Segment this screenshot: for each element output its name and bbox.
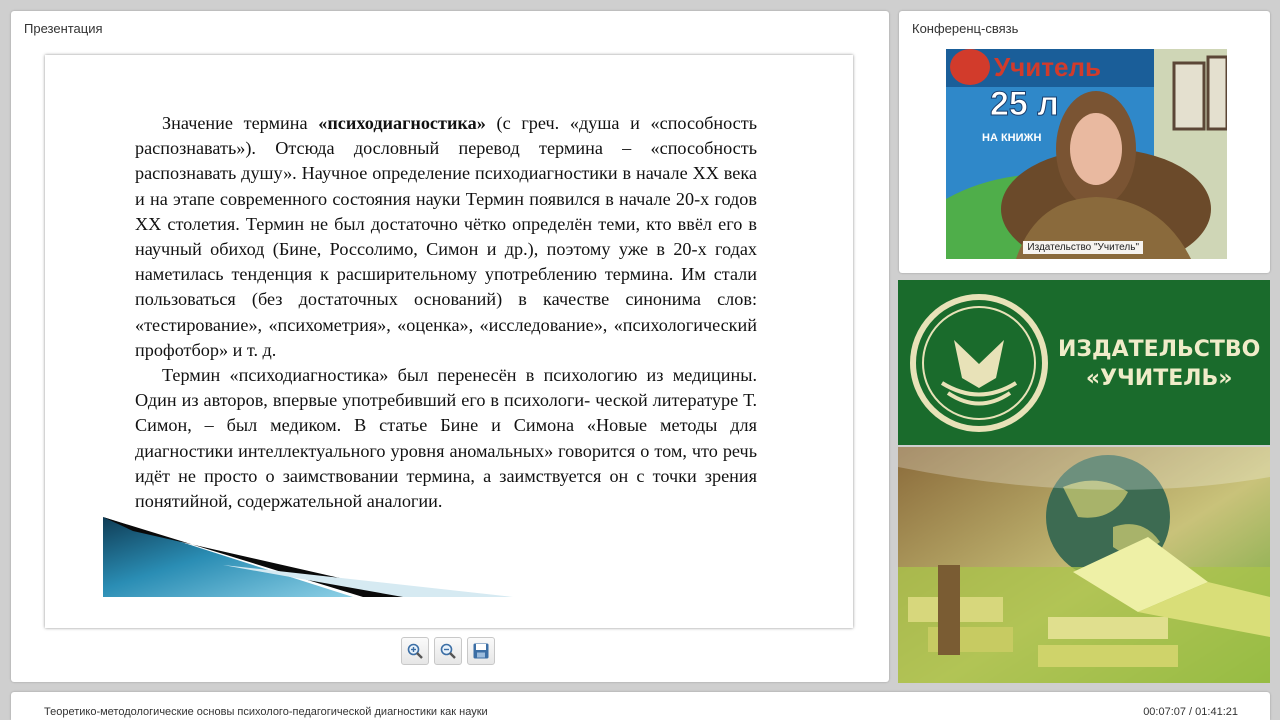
video-caption: Издательство "Учитель"	[1023, 241, 1143, 254]
svg-text:25 л: 25 л	[990, 85, 1059, 123]
status-bar: Теоретико-методологические основы психол…	[11, 692, 1270, 720]
slide-toolbar	[401, 637, 495, 665]
zoom-out-button[interactable]	[434, 637, 462, 665]
publisher-name-line-2: «УЧИТЕЛЬ»	[1085, 366, 1233, 391]
svg-text:Учитель: Учитель	[994, 52, 1101, 82]
save-icon	[473, 643, 489, 659]
conference-panel: Конференц-связь Учитель 25 л НА КНИЖН Из…	[899, 11, 1270, 273]
slide-term-bold: «психодиагностика»	[318, 113, 486, 133]
slide-decoration-shape	[103, 517, 513, 597]
webcam-video: Учитель 25 л НА КНИЖН Издательство "Учит…	[946, 49, 1227, 259]
publisher-banner: ИЗДАТЕЛЬСТВО «УЧИТЕЛЬ»	[898, 280, 1270, 445]
slide-paragraph-1: Значение термина «психодиагностика» (с г…	[135, 111, 757, 363]
slide-viewer: Значение термина «психодиагностика» (с г…	[45, 55, 853, 628]
zoom-in-icon	[407, 643, 423, 659]
svg-text:НА КНИЖН: НА КНИЖН	[982, 132, 1041, 144]
zoom-in-button[interactable]	[401, 637, 429, 665]
save-button[interactable]	[467, 637, 495, 665]
publisher-logo-icon	[910, 294, 1048, 432]
slide-text: Значение термина «психодиагностика» (с г…	[135, 111, 757, 514]
conference-panel-title: Конференц-связь	[912, 21, 1019, 36]
presentation-panel: Презентация Значение термина «психодиагн…	[11, 11, 889, 682]
playback-time: 00:07:07 / 01:41:21	[1143, 706, 1238, 718]
books-globe-illustration	[898, 447, 1270, 683]
slide-paragraph-2: Термин «психодиагностика» был перенесён …	[135, 365, 757, 512]
slide-paragraph-1-rest: (с греч. «душа и «способность распознава…	[135, 113, 757, 360]
publisher-name: ИЗДАТЕЛЬСТВО «УЧИТЕЛЬ»	[1058, 335, 1260, 393]
lecture-title: Теоретико-методологические основы психол…	[44, 706, 488, 718]
books-image	[898, 447, 1270, 683]
presentation-panel-title: Презентация	[24, 21, 103, 36]
publisher-name-line-1: ИЗДАТЕЛЬСТВО	[1058, 337, 1261, 362]
slide-paragraph-1-start: Значение термина	[162, 113, 319, 133]
zoom-out-icon	[440, 643, 456, 659]
video-scene: Учитель 25 л НА КНИЖН	[946, 49, 1227, 259]
